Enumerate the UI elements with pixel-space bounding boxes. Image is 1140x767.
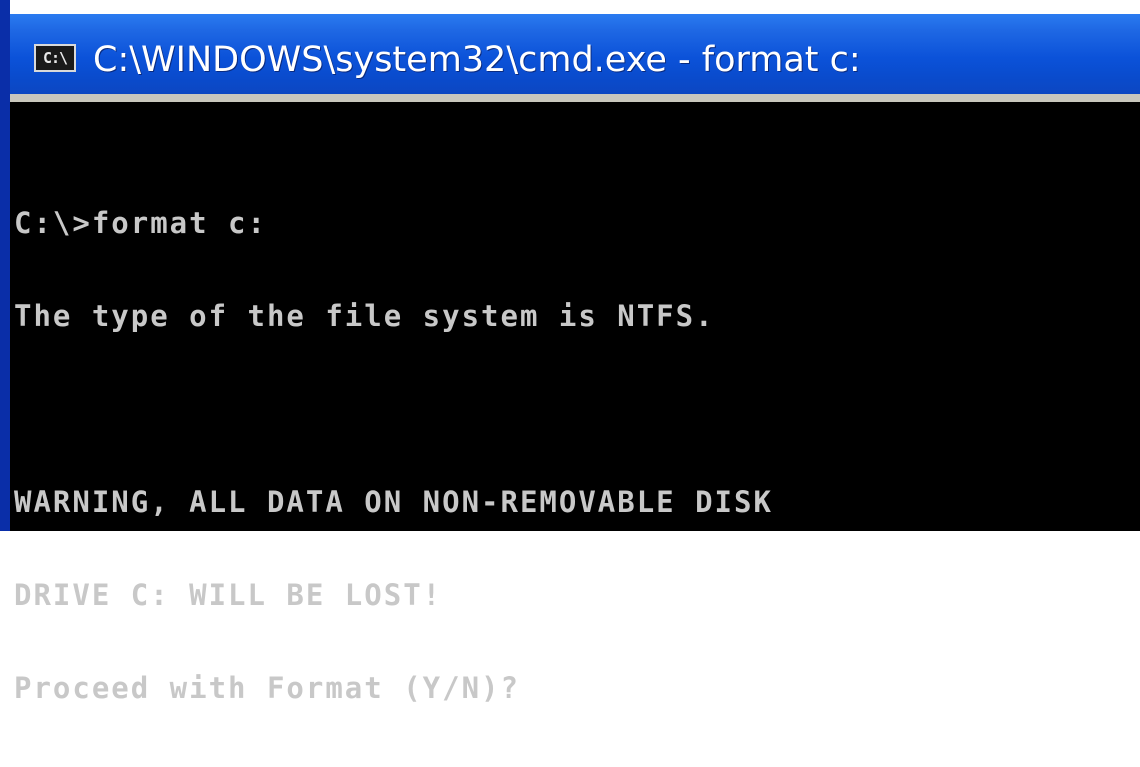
cmd-window: C:\ C:\WINDOWS\system32\cmd.exe - format…	[0, 0, 1140, 704]
console-area[interactable]: C:\>format c: The type of the file syste…	[10, 94, 1140, 704]
console-icon[interactable]: C:\	[34, 44, 76, 72]
console-line: WARNING, ALL DATA ON NON-REMOVABLE DISK	[14, 485, 773, 519]
title-bar[interactable]: C:\ C:\WINDOWS\system32\cmd.exe - format…	[10, 0, 1140, 94]
console-prompt-line: Proceed with Format (Y/N)?	[14, 671, 520, 705]
window-title: C:\WINDOWS\system32\cmd.exe - format c:	[93, 40, 861, 80]
console-line: DRIVE C: WILL BE LOST!	[14, 578, 443, 612]
console-line: The type of the file system is NTFS.	[14, 299, 715, 333]
console-line: C:\>format c:	[14, 206, 267, 240]
console-output: C:\>format c: The type of the file syste…	[14, 146, 1140, 766]
